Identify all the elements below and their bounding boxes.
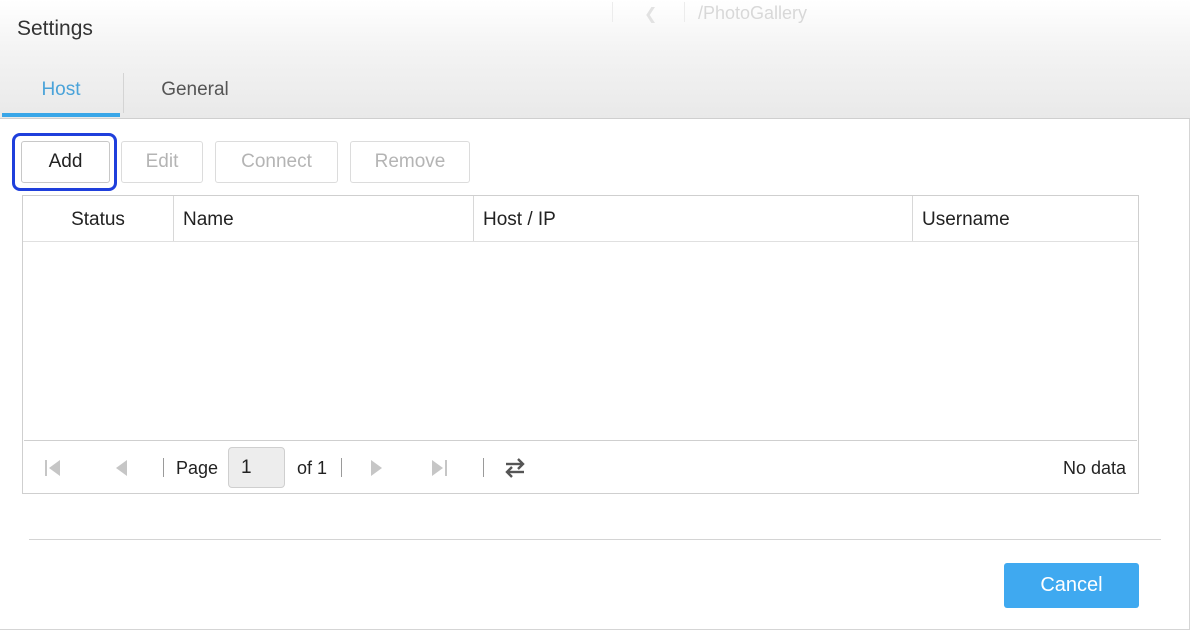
tab-general[interactable]: General (124, 70, 266, 117)
column-header-username[interactable]: Username (913, 196, 1139, 241)
column-header-status[interactable]: Status (23, 196, 174, 241)
page-label: Page (176, 458, 219, 478)
table-header: Status Name Host / IP Username (23, 196, 1138, 242)
divider (684, 2, 685, 22)
pager-divider (483, 458, 484, 477)
next-page-icon[interactable] (366, 441, 388, 493)
column-header-name[interactable]: Name (174, 196, 474, 241)
refresh-icon[interactable] (502, 455, 528, 481)
pager-divider (341, 458, 342, 477)
chevron-left-icon: ❮ (644, 6, 658, 23)
pager-status: No data (1062, 458, 1126, 478)
host-table: Status Name Host / IP Username Page of 1 (22, 195, 1139, 494)
background-path: /PhotoGallery (698, 3, 808, 23)
add-button[interactable]: Add (21, 141, 110, 183)
connect-button[interactable]: Connect (215, 141, 338, 183)
column-header-host-ip[interactable]: Host / IP (474, 196, 913, 241)
first-page-icon[interactable] (42, 441, 64, 493)
remove-button[interactable]: Remove (350, 141, 470, 183)
footer-divider (29, 539, 1161, 540)
pager-divider (163, 458, 164, 477)
page-number-input[interactable] (228, 447, 285, 488)
settings-dialog: ❮ /PhotoGallery Settings Host General Ad… (0, 0, 1190, 630)
dialog-header: ❮ /PhotoGallery Settings Host General (0, 0, 1190, 119)
background-breadcrumb: ❮ /PhotoGallery (612, 0, 852, 26)
divider (612, 2, 613, 22)
edit-button[interactable]: Edit (121, 141, 203, 183)
page-count-label: of 1 (297, 458, 328, 478)
tab-host[interactable]: Host (2, 70, 120, 117)
last-page-icon[interactable] (428, 441, 450, 493)
dialog-title: Settings (17, 17, 93, 40)
prev-page-icon[interactable] (110, 441, 132, 493)
pagination-bar: Page of 1 (24, 440, 1137, 492)
cancel-button[interactable]: Cancel (1004, 563, 1139, 608)
